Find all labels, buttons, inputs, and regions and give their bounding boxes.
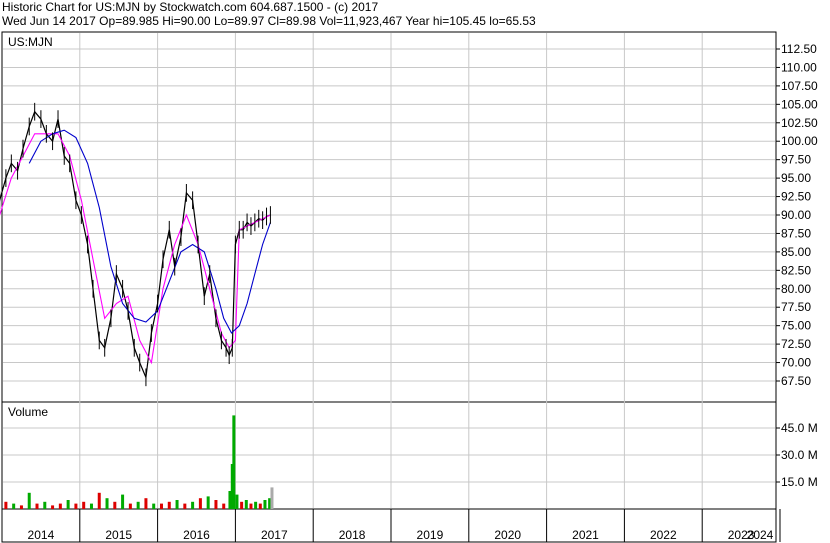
- price-tick-label: 72.50: [781, 337, 811, 351]
- volume-bar: [183, 503, 187, 509]
- volume-bar: [128, 503, 132, 509]
- price-tick-label: 95.00: [781, 171, 811, 185]
- price-tick-label: 87.50: [781, 226, 811, 240]
- price-chart-title: US:MJN: [8, 35, 53, 49]
- volume-bar: [97, 492, 101, 509]
- volume-tick-label: 45.0 M: [781, 421, 818, 435]
- volume-bar: [240, 501, 244, 509]
- price-tick-label: 110.00: [781, 60, 817, 74]
- price-tick-label: 92.50: [781, 190, 811, 204]
- volume-bar: [74, 503, 78, 509]
- volume-bar: [152, 503, 156, 509]
- volume-bar: [136, 501, 140, 509]
- volume-bar: [175, 500, 179, 509]
- price-tick-label: 102.50: [781, 116, 818, 130]
- volume-bar: [58, 503, 62, 509]
- volume-axis: 45.0 M 30.0 M 15.0 M: [776, 421, 818, 489]
- price-tick-label: 105.00: [781, 97, 818, 111]
- volume-bar: [82, 501, 86, 509]
- volume-bar: [222, 503, 226, 509]
- price-tick-label: 75.00: [781, 319, 811, 333]
- volume-bar: [167, 501, 171, 509]
- volume-bar: [191, 501, 195, 509]
- price-panel-frame: [1, 31, 777, 403]
- volume-bar: [4, 501, 8, 509]
- historic-chart: 112.50 110.00 107.50 105.00 102.50 100.00 97.5…: [0, 31, 818, 543]
- volume-bar: [232, 415, 236, 509]
- volume-bar: [249, 503, 253, 509]
- volume-bar: [19, 505, 23, 509]
- price-tick-label: 100.00: [781, 134, 818, 148]
- x-tick-label: 2020: [494, 528, 521, 542]
- price-tick-label: 77.50: [781, 300, 811, 314]
- volume-bar: [35, 503, 39, 509]
- volume-bar: [105, 498, 109, 509]
- volume-bar: [214, 500, 218, 509]
- price-tick-label: 85.00: [781, 245, 811, 259]
- volume-bar: [270, 487, 274, 509]
- volume-bar: [254, 501, 258, 509]
- x-tick-label: 2017: [261, 528, 288, 542]
- volume-bar: [121, 494, 125, 509]
- volume-bar: [258, 503, 262, 509]
- price-axis: 112.50 110.00 107.50 105.00 102.50 100.00 97.5…: [776, 42, 818, 388]
- volume-bar: [12, 503, 16, 509]
- volume-bar: [51, 505, 55, 509]
- volume-bar: [43, 501, 47, 509]
- volume-bar: [27, 492, 31, 509]
- volume-chart-title: Volume: [8, 405, 48, 419]
- x-tick-label: 2016: [183, 528, 210, 542]
- price-tick-label: 67.50: [781, 374, 811, 388]
- x-tick-label: 2015: [105, 528, 132, 542]
- x-tick-label: 2021: [572, 528, 599, 542]
- volume-bar: [235, 494, 239, 509]
- volume-bar: [159, 503, 163, 509]
- price-tick-label: 70.00: [781, 356, 811, 370]
- x-tick-label: 2022: [650, 528, 677, 542]
- volume-bar: [244, 500, 248, 509]
- x-tick-label: 2018: [339, 528, 366, 542]
- x-tick-label: 2019: [417, 528, 444, 542]
- volume-bar: [198, 498, 202, 509]
- volume-tick-label: 30.0 M: [781, 448, 818, 462]
- price-tick-label: 80.00: [781, 282, 811, 296]
- volume-bar: [89, 503, 93, 509]
- volume-bar: [144, 498, 148, 509]
- price-tick-label: 97.50: [781, 153, 811, 167]
- price-tick-label: 90.00: [781, 208, 811, 222]
- x-tick-label: 2024: [747, 528, 774, 542]
- volume-bar: [206, 496, 210, 509]
- volume-bar: [66, 500, 70, 509]
- volume-tick-label: 15.0 M: [781, 475, 818, 489]
- volume-bar: [113, 501, 117, 509]
- x-tick-label: 2014: [28, 528, 55, 542]
- price-tick-label: 107.50: [781, 79, 818, 93]
- price-tick-label: 112.50: [781, 42, 817, 56]
- volume-bar: [263, 500, 267, 509]
- price-tick-label: 82.50: [781, 263, 811, 277]
